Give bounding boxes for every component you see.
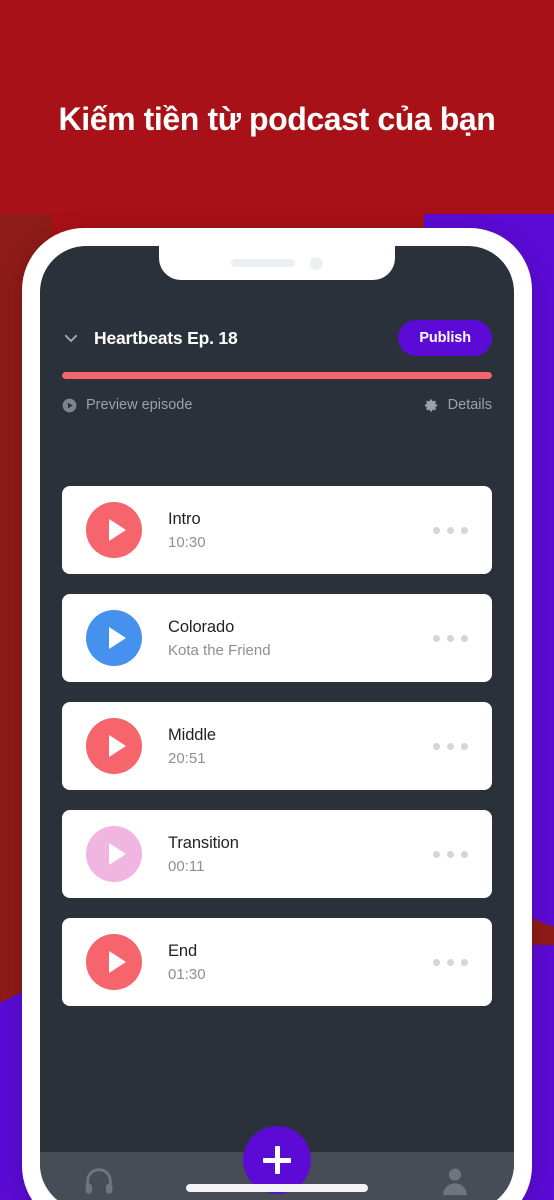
phone-notch (159, 246, 395, 280)
track-row[interactable]: Middle 20:51 (62, 702, 492, 790)
app-subheader-row: Preview episode Details (62, 397, 492, 413)
play-icon[interactable] (86, 826, 142, 882)
more-horizontal-icon[interactable] (431, 841, 470, 868)
track-row[interactable]: End 01:30 (62, 918, 492, 1006)
track-text: Colorado Kota the Friend (168, 616, 431, 661)
track-list: Intro 10:30 Colorado Kota the Friend Mid… (40, 486, 514, 1006)
promo-headline: Kiếm tiền từ podcast của bạn (58, 101, 496, 137)
more-horizontal-icon[interactable] (431, 517, 470, 544)
details-button[interactable]: Details (424, 397, 492, 413)
track-subtitle: 20:51 (168, 749, 206, 767)
track-row[interactable]: Transition 00:11 (62, 810, 492, 898)
play-circle-icon (62, 398, 77, 412)
track-title: Transition (168, 833, 239, 852)
play-triangle (108, 519, 126, 541)
episode-progress-fill (62, 372, 492, 379)
episode-title: Heartbeats Ep. 18 (94, 327, 238, 348)
track-text: Intro 10:30 (168, 508, 431, 553)
app-header: Heartbeats Ep. 18 Publish Preview episod… (40, 318, 514, 413)
track-text: Middle 20:51 (168, 724, 431, 769)
track-subtitle: 01:30 (168, 965, 206, 983)
preview-episode-button[interactable]: Preview episode (62, 397, 192, 413)
track-subtitle: 00:11 (168, 857, 205, 875)
track-subtitle: 10:30 (168, 533, 206, 551)
app-header-row: Heartbeats Ep. 18 Publish (62, 318, 492, 358)
front-camera-dot-icon (310, 256, 323, 270)
more-horizontal-icon[interactable] (431, 733, 470, 760)
play-icon[interactable] (86, 610, 142, 666)
phone-screen: Heartbeats Ep. 18 Publish Preview episod… (40, 246, 514, 1200)
track-subtitle: Kota the Friend (168, 641, 271, 659)
track-row[interactable]: Colorado Kota the Friend (62, 594, 492, 682)
play-icon[interactable] (86, 934, 142, 990)
preview-episode-label: Preview episode (86, 397, 193, 413)
play-triangle (108, 627, 126, 649)
phone-mockup: Heartbeats Ep. 18 Publish Preview episod… (22, 228, 532, 1200)
home-indicator (186, 1184, 368, 1192)
promo-screen: Kiếm tiền từ podcast của bạn Heartbeats … (0, 0, 554, 1200)
plus-icon (263, 1146, 291, 1174)
track-text: End 01:30 (168, 940, 431, 985)
play-triangle (108, 843, 126, 865)
more-horizontal-icon[interactable] (431, 949, 470, 976)
track-title: Intro (168, 509, 201, 528)
play-triangle (108, 951, 126, 973)
speaker-grill-icon (231, 259, 295, 267)
chevron-down-icon[interactable] (62, 329, 80, 347)
track-text: Transition 00:11 (168, 832, 431, 877)
headphones-icon[interactable] (82, 1164, 116, 1198)
track-row[interactable]: Intro 10:30 (62, 486, 492, 574)
play-triangle (108, 735, 126, 757)
track-title: End (168, 941, 198, 960)
more-horizontal-icon[interactable] (431, 625, 470, 652)
publish-button[interactable]: Publish (398, 320, 492, 356)
play-icon[interactable] (86, 502, 142, 558)
track-title: Colorado (168, 617, 235, 636)
episode-progress-bar[interactable] (62, 372, 492, 379)
play-icon[interactable] (86, 718, 142, 774)
person-icon[interactable] (438, 1164, 472, 1198)
details-label: Details (447, 397, 492, 413)
gear-icon (424, 398, 437, 412)
track-title: Middle (168, 725, 217, 744)
